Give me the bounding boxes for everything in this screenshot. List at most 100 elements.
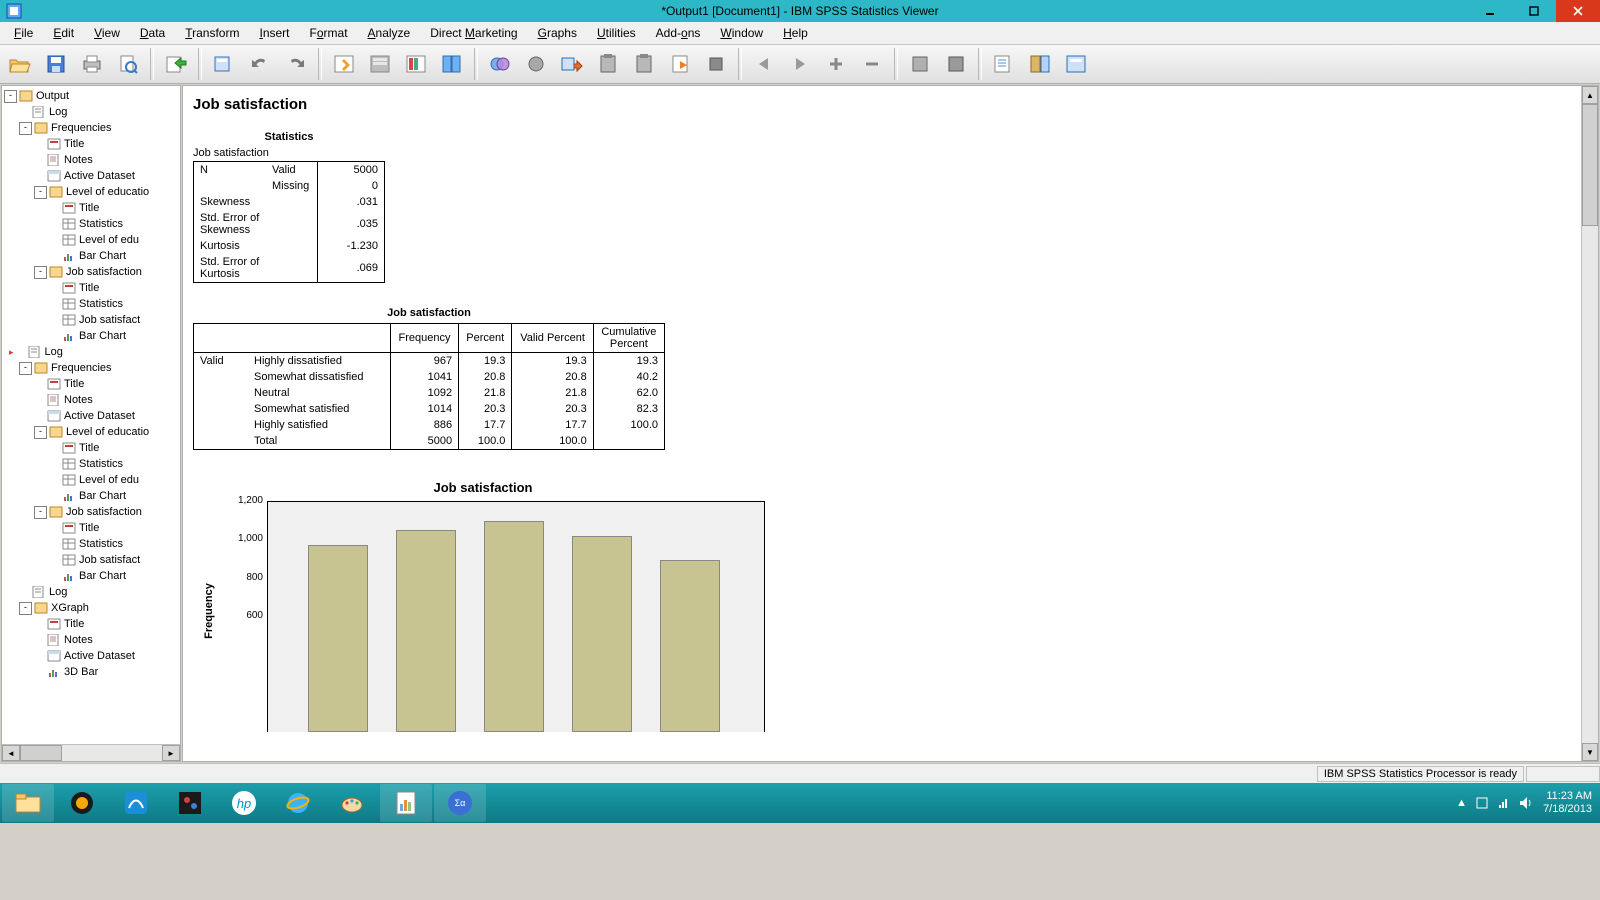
menu-transform[interactable]: Transform [175, 24, 249, 42]
tree-node[interactable]: Level of edu [4, 472, 180, 488]
outline-tree-pane[interactable]: -OutputLog-FrequenciesTitleNotesActive D… [1, 85, 181, 762]
tree-node[interactable]: Job satisfact [4, 312, 180, 328]
task-app-dark[interactable] [164, 784, 216, 822]
tree-toggle[interactable]: - [34, 506, 47, 519]
menu-direct-marketing[interactable]: Direct Marketing [420, 24, 527, 42]
menu-view[interactable]: View [84, 24, 130, 42]
task-media[interactable] [56, 784, 108, 822]
task-paint[interactable] [326, 784, 378, 822]
goto-variable-button[interactable] [400, 48, 432, 80]
export-button[interactable] [160, 48, 192, 80]
tree-node[interactable]: -Job satisfaction [4, 264, 180, 280]
stop-button[interactable] [700, 48, 732, 80]
clipboard2-button[interactable] [628, 48, 660, 80]
task-ie[interactable] [272, 784, 324, 822]
task-app-blue[interactable] [110, 784, 162, 822]
zoom-in-button[interactable] [820, 48, 852, 80]
task-explorer[interactable] [2, 784, 54, 822]
tray-clock[interactable]: 11:23 AM7/18/2013 [1543, 790, 1592, 816]
tree-node[interactable]: Bar Chart [4, 488, 180, 504]
tree-node[interactable]: Notes [4, 152, 180, 168]
insert-button[interactable] [556, 48, 588, 80]
open-button[interactable] [4, 48, 36, 80]
minimize-button[interactable] [1468, 0, 1512, 22]
task-spss[interactable]: Σα [434, 784, 486, 822]
zoom-out-button[interactable] [856, 48, 888, 80]
tree-node[interactable]: Active Dataset [4, 408, 180, 424]
undo-button[interactable] [244, 48, 276, 80]
tray-volume-icon[interactable] [1519, 796, 1535, 810]
goto-data-button[interactable] [328, 48, 360, 80]
tree-node[interactable]: Active Dataset [4, 168, 180, 184]
menu-format[interactable]: Format [300, 24, 358, 42]
redo-button[interactable] [280, 48, 312, 80]
print-preview-button[interactable] [112, 48, 144, 80]
tree-node[interactable]: -Frequencies [4, 120, 180, 136]
tray-network-icon[interactable] [1497, 796, 1511, 810]
tree-node[interactable]: 3D Bar [4, 664, 180, 680]
tree-node[interactable]: Statistics [4, 216, 180, 232]
tree-node[interactable]: Statistics [4, 456, 180, 472]
menu-window[interactable]: Window [710, 24, 773, 42]
variables-button[interactable] [436, 48, 468, 80]
tree-node[interactable]: -XGraph [4, 600, 180, 616]
menu-analyze[interactable]: Analyze [358, 24, 421, 42]
menu-help[interactable]: Help [773, 24, 818, 42]
goto-case-button[interactable] [364, 48, 396, 80]
tree-node[interactable]: -Level of educatio [4, 184, 180, 200]
recall-dialog-button[interactable] [208, 48, 240, 80]
tray-flag-icon[interactable] [1475, 796, 1489, 810]
association-button[interactable] [1024, 48, 1056, 80]
tree-node[interactable]: Log [4, 104, 180, 120]
tree-toggle[interactable]: - [34, 186, 47, 199]
tree-toggle[interactable]: - [34, 426, 47, 439]
tree-node[interactable]: Statistics [4, 536, 180, 552]
content-vscrollbar[interactable]: ▲ ▼ [1581, 86, 1598, 761]
tree-node[interactable]: Title [4, 200, 180, 216]
select-button[interactable] [484, 48, 516, 80]
forward-button[interactable] [784, 48, 816, 80]
tree-node[interactable]: Notes [4, 392, 180, 408]
clipboard1-button[interactable] [592, 48, 624, 80]
show-hidden-button[interactable] [520, 48, 552, 80]
menu-edit[interactable]: Edit [43, 24, 84, 42]
scroll-up-icon[interactable]: ▲ [1582, 86, 1598, 104]
designate-left-button[interactable] [904, 48, 936, 80]
tree-node[interactable]: Log [4, 584, 180, 600]
run-button[interactable] [664, 48, 696, 80]
menu-graphs[interactable]: Graphs [528, 24, 587, 42]
tree-node[interactable]: Title [4, 616, 180, 632]
scroll-down-icon[interactable]: ▼ [1582, 743, 1598, 761]
task-hp[interactable]: hp [218, 784, 270, 822]
tree-node[interactable]: ▸Log [4, 344, 180, 360]
print-button[interactable] [76, 48, 108, 80]
tree-node[interactable]: -Level of educatio [4, 424, 180, 440]
tree-node[interactable]: Title [4, 520, 180, 536]
tree-node[interactable]: Job satisfact [4, 552, 180, 568]
tree-node[interactable]: -Frequencies [4, 360, 180, 376]
tree-node[interactable]: Title [4, 440, 180, 456]
system-tray[interactable]: ▲ 11:23 AM7/18/2013 [1456, 790, 1600, 816]
menu-add-ons[interactable]: Add-ons [646, 24, 711, 42]
tree-node[interactable]: Bar Chart [4, 248, 180, 264]
scroll-left-icon[interactable]: ◄ [2, 745, 20, 761]
tree-toggle[interactable]: - [19, 602, 32, 615]
tree-node[interactable]: Title [4, 136, 180, 152]
tray-up-icon[interactable]: ▲ [1456, 797, 1467, 809]
tree-node[interactable]: Bar Chart [4, 328, 180, 344]
maximize-button[interactable] [1512, 0, 1556, 22]
tree-node[interactable]: -Job satisfaction [4, 504, 180, 520]
tree-node[interactable]: Active Dataset [4, 648, 180, 664]
tree-toggle[interactable]: - [34, 266, 47, 279]
tree-node[interactable]: Title [4, 280, 180, 296]
tree-toggle[interactable]: - [19, 362, 32, 375]
menu-utilities[interactable]: Utilities [587, 24, 646, 42]
designate-right-button[interactable] [940, 48, 972, 80]
tree-node[interactable]: Level of edu [4, 232, 180, 248]
tree-node[interactable]: -Output [4, 88, 180, 104]
tree-node[interactable]: Title [4, 376, 180, 392]
tree-hscrollbar[interactable]: ◄ ► [2, 744, 180, 761]
menu-file[interactable]: File [4, 24, 43, 42]
scroll-right-icon[interactable]: ► [162, 745, 180, 761]
tree-toggle[interactable]: - [4, 90, 17, 103]
